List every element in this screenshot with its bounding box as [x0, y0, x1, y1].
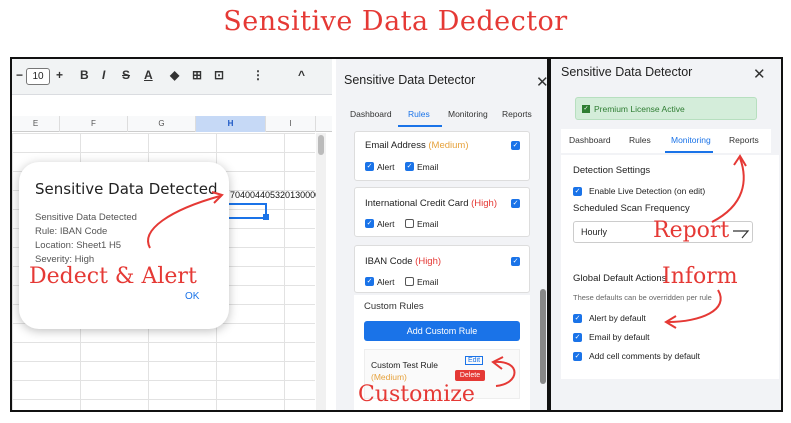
arrow-to-reports-icon [711, 157, 745, 223]
annotation-arrows [147, 154, 750, 387]
arrow-to-cell-icon [147, 195, 221, 249]
chevron-down-icon [733, 230, 750, 239]
